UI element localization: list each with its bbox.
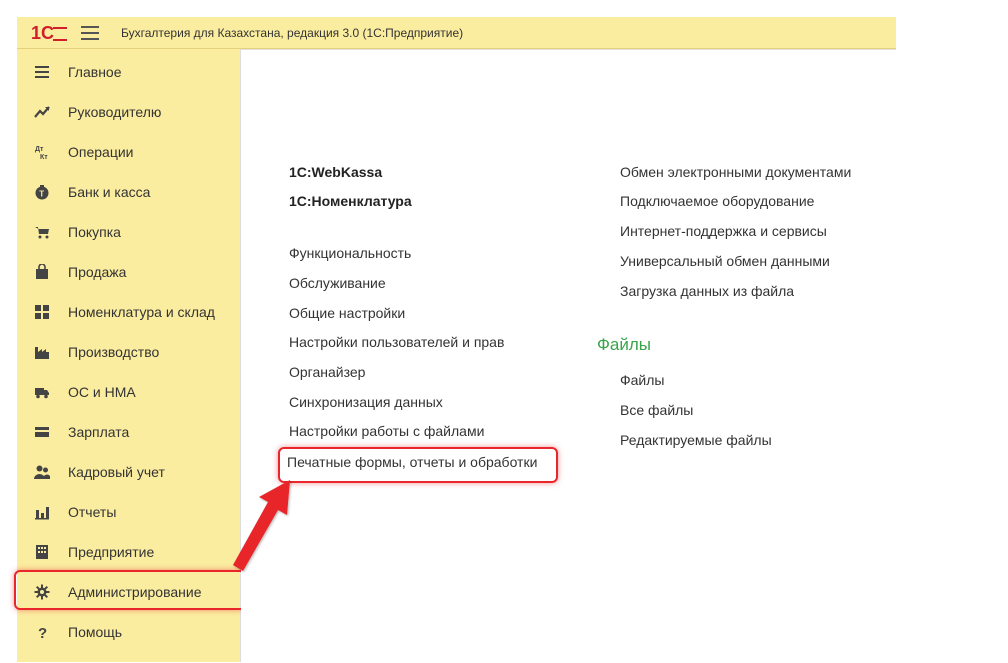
sidebar-item-label: Покупка [68, 224, 121, 240]
sidebar-item-reports[interactable]: Отчеты [17, 494, 240, 530]
link-general-settings[interactable]: Общие настройки [289, 305, 405, 321]
shopping-bag-icon [32, 263, 52, 281]
sidebar-item-purchase[interactable]: Покупка [17, 214, 240, 250]
link-universal-exchange[interactable]: Универсальный обмен данными [620, 253, 830, 269]
svg-text:T: T [39, 190, 44, 199]
svg-text:?: ? [38, 625, 47, 640]
sidebar-item-hr[interactable]: Кадровый учет [17, 454, 240, 490]
sidebar-item-bank[interactable]: T Банк и касса [17, 174, 240, 210]
administration-highlight [14, 570, 246, 610]
trend-icon [32, 103, 52, 121]
app-title: Бухгалтерия для Казахстана, редакция 3.0… [121, 25, 464, 40]
grid-icon [32, 303, 52, 321]
sidebar-item-fixed-assets[interactable]: ОС и НМА [17, 374, 240, 410]
sidebar-item-operations[interactable]: Дт Кт Операции [17, 134, 240, 170]
print-forms-highlight [278, 447, 558, 483]
link-functionality[interactable]: Функциональность [289, 245, 411, 261]
link-data-sync[interactable]: Синхронизация данных [289, 394, 443, 410]
link-files[interactable]: Файлы [620, 372, 664, 388]
people-icon [32, 463, 52, 481]
menu-lines-icon [32, 63, 52, 81]
factory-icon [32, 343, 52, 361]
link-all-files[interactable]: Все файлы [620, 402, 693, 418]
sidebar-item-manager[interactable]: Руководителю [17, 94, 240, 130]
sidebar-item-label: Продажа [68, 264, 127, 280]
link-equipment[interactable]: Подключаемое оборудование [620, 193, 814, 209]
sidebar-item-label: Помощь [68, 624, 123, 640]
link-organizer[interactable]: Органайзер [289, 364, 365, 380]
link-file-settings[interactable]: Настройки работы с файлами [289, 423, 484, 439]
question-icon: ? [32, 623, 52, 641]
sidebar-item-label: Руководителю [68, 104, 162, 120]
1c-logo: 1C [31, 23, 67, 43]
sidebar-item-help[interactable]: ? Помощь [17, 614, 240, 650]
main-panel [241, 49, 896, 663]
sidebar-item-label: Производство [68, 344, 160, 360]
sidebar-item-nomenclature[interactable]: Номенклатура и склад [17, 294, 240, 330]
sidebar-item-label: Предприятие [68, 544, 155, 560]
building-icon [32, 543, 52, 561]
link-user-settings[interactable]: Настройки пользователей и прав [289, 334, 504, 350]
sidebar-item-label: Номенклатура и склад [68, 304, 215, 320]
money-bag-icon: T [32, 183, 52, 201]
sidebar-item-salary[interactable]: Зарплата [17, 414, 240, 450]
sidebar-item-label: Банк и касса [68, 184, 151, 200]
sidebar-item-label: Отчеты [68, 504, 117, 520]
link-webkassa[interactable]: 1С:WebKassa [289, 164, 382, 180]
dt-kt-icon: Дт Кт [32, 143, 52, 161]
link-internet-support[interactable]: Интернет-поддержка и сервисы [620, 223, 827, 239]
sidebar-item-label: Главное [68, 64, 122, 80]
link-edited-files[interactable]: Редактируемые файлы [620, 432, 772, 448]
cart-icon [32, 223, 52, 241]
link-nomenclature[interactable]: 1С:Номенклатура [289, 193, 412, 209]
sidebar-item-main[interactable]: Главное [17, 54, 240, 90]
svg-text:1C: 1C [31, 23, 54, 43]
svg-text:Кт: Кт [40, 154, 48, 160]
link-data-load[interactable]: Загрузка данных из файла [620, 283, 794, 299]
sidebar-item-label: Операции [68, 144, 134, 160]
bar-chart-icon [32, 503, 52, 521]
hamburger-menu-icon[interactable] [81, 25, 99, 40]
sidebar-item-enterprise[interactable]: Предприятие [17, 534, 240, 570]
title-bar: 1C Бухгалтерия для Казахстана, редакция … [17, 17, 896, 49]
svg-text:Дт: Дт [35, 146, 44, 153]
sidebar-item-label: Кадровый учет [68, 464, 165, 480]
link-maintenance[interactable]: Обслуживание [289, 275, 386, 291]
truck-icon [32, 383, 52, 401]
sidebar-item-sales[interactable]: Продажа [17, 254, 240, 290]
sidebar-item-label: ОС и НМА [68, 384, 136, 400]
wallet-icon [32, 423, 52, 441]
sidebar-item-production[interactable]: Производство [17, 334, 240, 370]
sidebar-item-label: Зарплата [68, 424, 130, 440]
link-edo[interactable]: Обмен электронными документами [620, 164, 851, 180]
section-title-files: Файлы [597, 335, 652, 354]
